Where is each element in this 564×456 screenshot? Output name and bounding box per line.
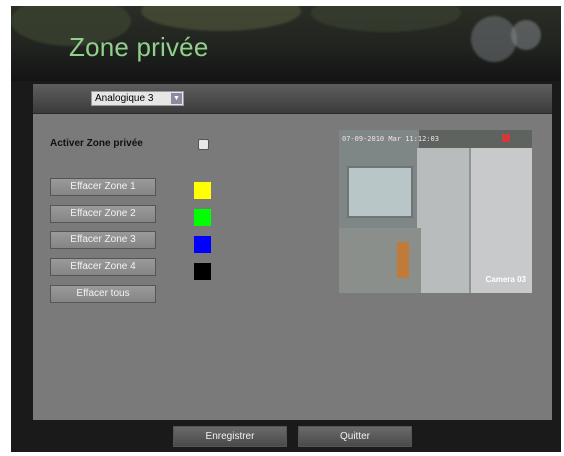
clear-zone-3-button[interactable]: Effacer Zone 3 [50, 231, 156, 249]
clear-zone-4-button[interactable]: Effacer Zone 4 [50, 258, 156, 276]
camera-preview[interactable]: 07-09-2010 Mar 11:12:03 Camera 03 [339, 130, 532, 293]
foliage-decoration [141, 6, 301, 31]
enable-privacy-label: Activer Zone privée [50, 138, 143, 149]
zone-4-color-swatch [194, 263, 211, 280]
header-banner: Zone privée [11, 6, 561, 81]
preview-box [397, 242, 409, 278]
save-button[interactable]: Enregistrer [173, 426, 287, 447]
bokeh-light [511, 20, 541, 50]
zone-3-color-swatch [194, 236, 211, 253]
clear-all-button[interactable]: Effacer tous [50, 285, 156, 303]
settings-panel: Analogique 3 ▼ Activer Zone privée Effac… [33, 84, 552, 420]
panel-header: Analogique 3 ▼ [33, 84, 552, 114]
clear-zone-1-button[interactable]: Effacer Zone 1 [50, 178, 156, 196]
osd-camera-label: Camera 03 [485, 275, 526, 284]
quit-button[interactable]: Quitter [298, 426, 412, 447]
channel-select[interactable]: Analogique 3 ▼ [91, 91, 184, 106]
chevron-down-icon[interactable]: ▼ [171, 93, 182, 104]
channel-select-value: Analogique 3 [95, 93, 154, 104]
page-title: Zone privée [69, 32, 209, 62]
foliage-decoration [311, 6, 461, 32]
bokeh-light [471, 16, 517, 62]
record-indicator-icon [502, 134, 510, 142]
zone-2-color-swatch [194, 209, 211, 226]
enable-privacy-checkbox[interactable] [198, 139, 209, 150]
zone-1-color-swatch [194, 182, 211, 199]
osd-timestamp: 07-09-2010 Mar 11:12:03 [342, 135, 439, 143]
preview-window [347, 166, 413, 218]
dialog-frame: Zone privée Analogique 3 ▼ Activer Zone … [11, 6, 561, 452]
clear-zone-2-button[interactable]: Effacer Zone 2 [50, 205, 156, 223]
preview-partition [469, 148, 532, 293]
